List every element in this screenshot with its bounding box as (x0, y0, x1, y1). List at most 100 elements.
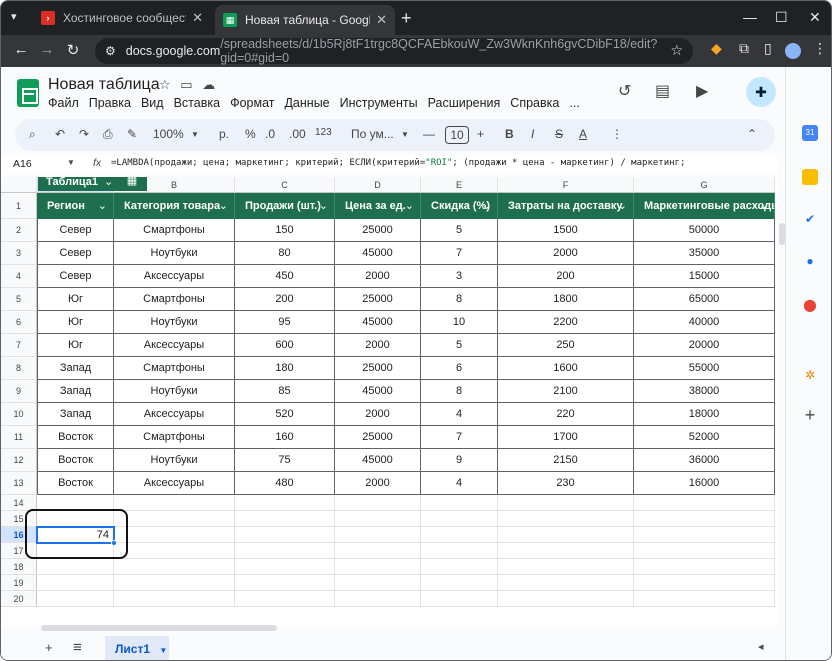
menu-insert[interactable]: Вставка (174, 96, 220, 110)
chrome-menu-icon[interactable]: ⋮ (813, 40, 827, 57)
grid-cell[interactable] (498, 511, 634, 527)
table-cell[interactable]: 45000 (335, 449, 421, 472)
name-box[interactable]: A16 (13, 158, 32, 170)
grid-cell[interactable] (634, 511, 775, 527)
history-icon[interactable]: ↺ (618, 81, 631, 101)
table-cell[interactable]: Запад (37, 380, 114, 403)
grid-cell[interactable] (114, 591, 235, 607)
extensions-icon[interactable]: ⧉ (739, 40, 749, 57)
table-cell[interactable]: Смартфоны (114, 288, 235, 311)
grid-cell[interactable] (37, 575, 114, 591)
grid-cell[interactable] (498, 591, 634, 607)
table-cell[interactable]: 10 (421, 311, 498, 334)
grid-cell[interactable] (421, 495, 498, 511)
table-cell[interactable]: Ноутбуки (114, 380, 235, 403)
table-cell[interactable]: 1500 (498, 219, 634, 242)
grid-cell[interactable] (634, 527, 775, 543)
maps-icon[interactable]: ⬤ (802, 297, 818, 313)
table-cell[interactable]: 55000 (634, 357, 775, 380)
table-cell[interactable]: 38000 (634, 380, 775, 403)
row-header-10[interactable]: 10 (1, 403, 37, 426)
table-cell[interactable]: 5 (421, 219, 498, 242)
metamask-extension-icon[interactable]: ◆ (711, 40, 722, 57)
table-cell[interactable]: Смартфоны (114, 219, 235, 242)
column-filter-caret-icon[interactable]: ⌄ (219, 193, 228, 219)
profile-avatar[interactable] (785, 43, 801, 59)
back-icon[interactable]: ← (11, 41, 31, 58)
select-all-corner[interactable] (1, 177, 37, 193)
grid-cell[interactable] (421, 543, 498, 559)
table-cell[interactable]: 65000 (634, 288, 775, 311)
new-tab-icon[interactable]: + (401, 8, 412, 29)
menu-tools[interactable]: Инструменты (340, 96, 418, 110)
add-sheet-button[interactable]: + (45, 640, 53, 655)
table-cell[interactable]: 520 (235, 403, 335, 426)
table-cell[interactable]: Восток (37, 472, 114, 495)
table-cell[interactable]: Север (37, 242, 114, 265)
table-cell[interactable]: 15000 (634, 265, 775, 288)
grid-cell[interactable] (114, 559, 235, 575)
table-cell[interactable]: 25000 (335, 357, 421, 380)
row-header-6[interactable]: 6 (1, 311, 37, 334)
move-folder-icon[interactable]: ▭ (180, 77, 192, 92)
row-header-18[interactable]: 18 (1, 559, 37, 575)
table-cell[interactable]: Запад (37, 357, 114, 380)
search-menus-icon[interactable]: ⌕ (29, 127, 36, 142)
menu-more[interactable]: ... (569, 96, 579, 110)
grid-cell[interactable] (498, 575, 634, 591)
menu-edit[interactable]: Правка (89, 96, 131, 110)
table-column-header[interactable]: Категория товара ⌄ (114, 193, 235, 219)
grid-cell[interactable] (114, 575, 235, 591)
table-column-header[interactable]: Затраты на доставку ⌄ (498, 193, 634, 219)
table-cell[interactable]: Запад (37, 403, 114, 426)
row-header-7[interactable]: 7 (1, 334, 37, 357)
table-cell[interactable]: 200 (235, 288, 335, 311)
table-cell[interactable]: 1800 (498, 288, 634, 311)
grid-cell[interactable] (634, 495, 775, 511)
column-filter-caret-icon[interactable]: ⌄ (98, 193, 107, 219)
table-cell[interactable]: 180 (235, 357, 335, 380)
grid-cell[interactable] (421, 527, 498, 543)
row-header-20[interactable]: 20 (1, 591, 37, 607)
table-cell[interactable]: 25000 (335, 288, 421, 311)
table-cell[interactable]: Смартфоны (114, 426, 235, 449)
menu-file[interactable]: Файл (48, 96, 79, 110)
table-cell[interactable]: Аксессуары (114, 472, 235, 495)
grid-cell[interactable] (421, 591, 498, 607)
browser-tab-2-active[interactable]: ▦ Новая таблица - Google Табли ✕ (215, 5, 395, 35)
row-header-8[interactable]: 8 (1, 357, 37, 380)
table-cell[interactable]: Ноутбуки (114, 449, 235, 472)
table-cell[interactable]: 45000 (335, 311, 421, 334)
row-header-11[interactable]: 11 (1, 426, 37, 449)
table-cell[interactable]: 7 (421, 426, 498, 449)
menu-format[interactable]: Формат (230, 96, 274, 110)
table-cell[interactable]: Аксессуары (114, 403, 235, 426)
table-cell[interactable]: Юг (37, 288, 114, 311)
menu-extensions[interactable]: Расширения (428, 96, 501, 110)
table-cell[interactable]: 25000 (335, 219, 421, 242)
table-cell[interactable]: 2000 (335, 472, 421, 495)
grid-cell[interactable] (235, 495, 335, 511)
table-cell[interactable]: 2000 (335, 334, 421, 357)
row-header-5[interactable]: 5 (1, 288, 37, 311)
site-info-icon[interactable]: ⚙ (105, 44, 116, 58)
font-select[interactable]: По ум... (351, 127, 394, 141)
table-column-header[interactable]: Маркетинговые расходы ⌄ (634, 193, 775, 219)
spreadsheet-grid[interactable]: ABCDEFG1234567891011121314151617181920Та… (1, 177, 777, 627)
decrease-decimal-button[interactable]: .0 (265, 127, 275, 141)
column-header-d[interactable]: D (335, 177, 421, 193)
table-cell[interactable]: 52000 (634, 426, 775, 449)
table-cell[interactable]: 50000 (634, 219, 775, 242)
column-filter-caret-icon[interactable]: ⌄ (618, 193, 627, 219)
horizontal-scrollbar[interactable] (41, 625, 277, 631)
percent-format-button[interactable]: % (245, 127, 256, 141)
meet-icon[interactable]: ▶ (696, 81, 708, 101)
undo-icon[interactable]: ↶ (55, 127, 65, 141)
grid-cell[interactable] (498, 527, 634, 543)
column-header-g[interactable]: G (634, 177, 775, 193)
row-header-2[interactable]: 2 (1, 219, 37, 242)
column-header-f[interactable]: F (498, 177, 634, 193)
grid-cell[interactable] (634, 543, 775, 559)
all-sheets-button[interactable]: ≡ (73, 639, 82, 656)
formula-input[interactable]: =LAMBDA(продажи; цена; маркетинг; критер… (111, 158, 685, 168)
